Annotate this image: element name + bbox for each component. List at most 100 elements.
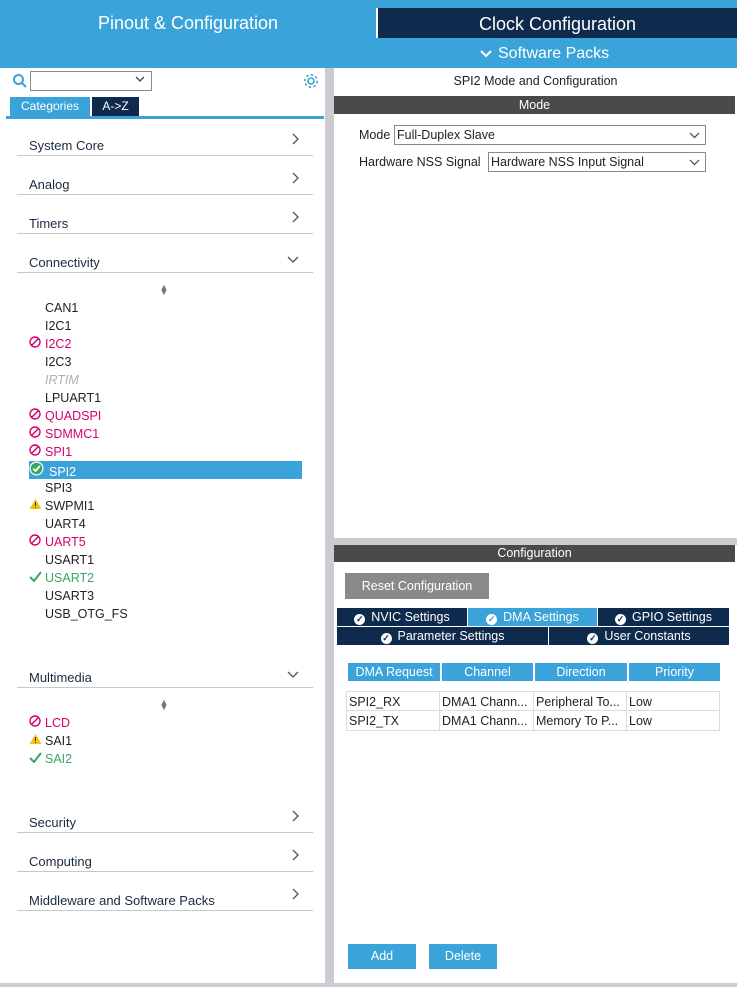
sort-icon[interactable]: ▲ ▼ bbox=[159, 283, 169, 297]
tab-categories[interactable]: Categories bbox=[10, 97, 90, 116]
gear-icon[interactable] bbox=[302, 72, 320, 90]
peripheral-item[interactable]: QUADSPI bbox=[29, 407, 101, 425]
table-cell: SPI2_TX bbox=[346, 711, 440, 731]
category-label: Computing bbox=[29, 854, 92, 869]
category-label: Middleware and Software Packs bbox=[29, 893, 215, 908]
category-timers[interactable]: Timers bbox=[17, 208, 313, 234]
delete-button[interactable]: Delete bbox=[429, 944, 497, 969]
table-cell: DMA1 Chann... bbox=[440, 711, 534, 731]
peripheral-item[interactable]: SAI1 bbox=[29, 732, 72, 750]
peripheral-item[interactable]: UART5 bbox=[29, 533, 86, 551]
column-header-direction[interactable]: Direction bbox=[535, 663, 627, 681]
category-label: Multimedia bbox=[29, 670, 92, 685]
chevron-down-icon bbox=[287, 251, 299, 269]
panel-splitter[interactable] bbox=[334, 538, 737, 545]
panel-divider[interactable] bbox=[326, 68, 334, 983]
chevron-right-icon bbox=[291, 848, 299, 866]
column-header-dma-request[interactable]: DMA Request bbox=[348, 663, 440, 681]
check-icon bbox=[29, 750, 45, 768]
sort-icon[interactable]: ▲ ▼ bbox=[159, 698, 169, 712]
chevron-down-icon bbox=[689, 153, 700, 171]
table-cell: Memory To P... bbox=[534, 711, 627, 731]
nss-select[interactable]: Hardware NSS Input Signal bbox=[488, 152, 706, 172]
peripheral-item[interactable]: LPUART1 bbox=[29, 389, 101, 407]
category-label: Analog bbox=[29, 177, 70, 192]
category-analog[interactable]: Analog bbox=[17, 169, 313, 195]
tab-parameter-settings[interactable]: ✓ Parameter Settings bbox=[337, 627, 548, 645]
peripheral-item[interactable]: USART2 bbox=[29, 569, 94, 587]
warning-icon bbox=[29, 732, 45, 750]
peripheral-item[interactable]: USB_OTG_FS bbox=[29, 605, 128, 623]
tabs-underline bbox=[6, 116, 324, 119]
category-label: System Core bbox=[29, 138, 105, 153]
blocked-icon bbox=[29, 443, 45, 461]
page-title: SPI2 Mode and Configuration bbox=[453, 74, 618, 88]
column-header-channel[interactable]: Channel bbox=[442, 663, 533, 681]
blocked-icon bbox=[29, 425, 45, 443]
chevron-right-icon bbox=[291, 132, 299, 150]
category-middleware[interactable]: Middleware and Software Packs bbox=[17, 885, 313, 911]
peripheral-item[interactable]: I2C1 bbox=[29, 317, 71, 335]
category-computing[interactable]: Computing bbox=[17, 846, 313, 872]
search-icon[interactable] bbox=[12, 73, 28, 89]
category-security[interactable]: Security bbox=[17, 807, 313, 833]
mode-select[interactable]: Full-Duplex Slave bbox=[394, 125, 706, 145]
category-connectivity[interactable]: Connectivity bbox=[17, 247, 313, 273]
category-multimedia[interactable]: Multimedia bbox=[17, 662, 313, 688]
peripheral-item: IRTIM bbox=[45, 373, 79, 387]
peripheral-item[interactable]: UART4 bbox=[29, 515, 86, 533]
blocked-icon bbox=[29, 335, 45, 353]
table-cell: DMA1 Chann... bbox=[440, 691, 534, 711]
peripheral-item[interactable]: SPI3 bbox=[29, 479, 72, 497]
chevron-down-icon bbox=[689, 126, 700, 144]
peripheral-item[interactable]: SWPMI1 bbox=[29, 497, 94, 515]
software-packs-label: Software Packs bbox=[498, 45, 610, 62]
tab-nvic-settings[interactable]: ✓ NVIC Settings bbox=[337, 608, 467, 626]
software-packs-menu[interactable]: Software Packs bbox=[480, 38, 609, 68]
table-cell: SPI2_RX bbox=[346, 691, 440, 711]
check-circle-icon: ✓ bbox=[486, 614, 498, 625]
category-label: Connectivity bbox=[29, 255, 100, 270]
chevron-right-icon bbox=[291, 887, 299, 905]
table-cell: Low bbox=[627, 691, 720, 711]
column-header-priority[interactable]: Priority bbox=[629, 663, 720, 681]
tab-user-constants[interactable]: ✓ User Constants bbox=[549, 627, 729, 645]
category-system-core[interactable]: System Core bbox=[17, 130, 313, 156]
blocked-icon bbox=[29, 407, 45, 425]
chevron-right-icon bbox=[291, 210, 299, 228]
peripheral-item[interactable]: USART3 bbox=[29, 587, 94, 605]
check-circle-icon bbox=[29, 461, 45, 481]
peripheral-item[interactable]: I2C2 bbox=[29, 335, 71, 353]
search-input[interactable] bbox=[30, 71, 152, 91]
tab-a-to-z[interactable]: A->Z bbox=[92, 97, 139, 116]
check-circle-icon: ✓ bbox=[615, 614, 627, 625]
peripheral-item-selected[interactable]: SPI2 bbox=[29, 461, 302, 479]
software-packs-bar bbox=[0, 38, 737, 68]
check-icon bbox=[29, 569, 45, 587]
nss-select-value: Hardware NSS Input Signal bbox=[491, 155, 644, 169]
add-button[interactable]: Add bbox=[348, 944, 416, 969]
bottom-border bbox=[0, 983, 737, 987]
peripheral-item[interactable]: SAI2 bbox=[29, 750, 72, 768]
peripheral-item[interactable]: USART1 bbox=[29, 551, 94, 569]
mode-select-value: Full-Duplex Slave bbox=[397, 128, 495, 142]
peripheral-item[interactable]: LCD bbox=[29, 714, 70, 732]
peripheral-item[interactable]: SDMMC1 bbox=[29, 425, 99, 443]
tab-gpio-settings[interactable]: ✓ GPIO Settings bbox=[598, 608, 729, 626]
peripheral-item[interactable]: I2C3 bbox=[29, 353, 71, 371]
peripheral-item[interactable]: CAN1 bbox=[29, 299, 78, 317]
configuration-header: Configuration bbox=[334, 545, 735, 562]
tab-dma-settings[interactable]: ✓ DMA Settings bbox=[468, 608, 597, 626]
blocked-icon bbox=[29, 714, 45, 732]
check-circle-icon: ✓ bbox=[354, 614, 366, 625]
blocked-icon bbox=[29, 533, 45, 551]
table-cell: Peripheral To... bbox=[534, 691, 627, 711]
tab-clock-configuration[interactable]: Clock Configuration bbox=[378, 8, 737, 38]
chevron-down-icon bbox=[287, 666, 299, 684]
tab-pinout-configuration[interactable]: Pinout & Configuration bbox=[0, 0, 376, 38]
chevron-down-icon[interactable] bbox=[135, 74, 145, 86]
check-circle-icon: ✓ bbox=[587, 633, 599, 644]
peripheral-item[interactable]: SPI1 bbox=[29, 443, 72, 461]
reset-configuration-button[interactable]: Reset Configuration bbox=[345, 573, 489, 599]
chevron-right-icon bbox=[291, 809, 299, 827]
